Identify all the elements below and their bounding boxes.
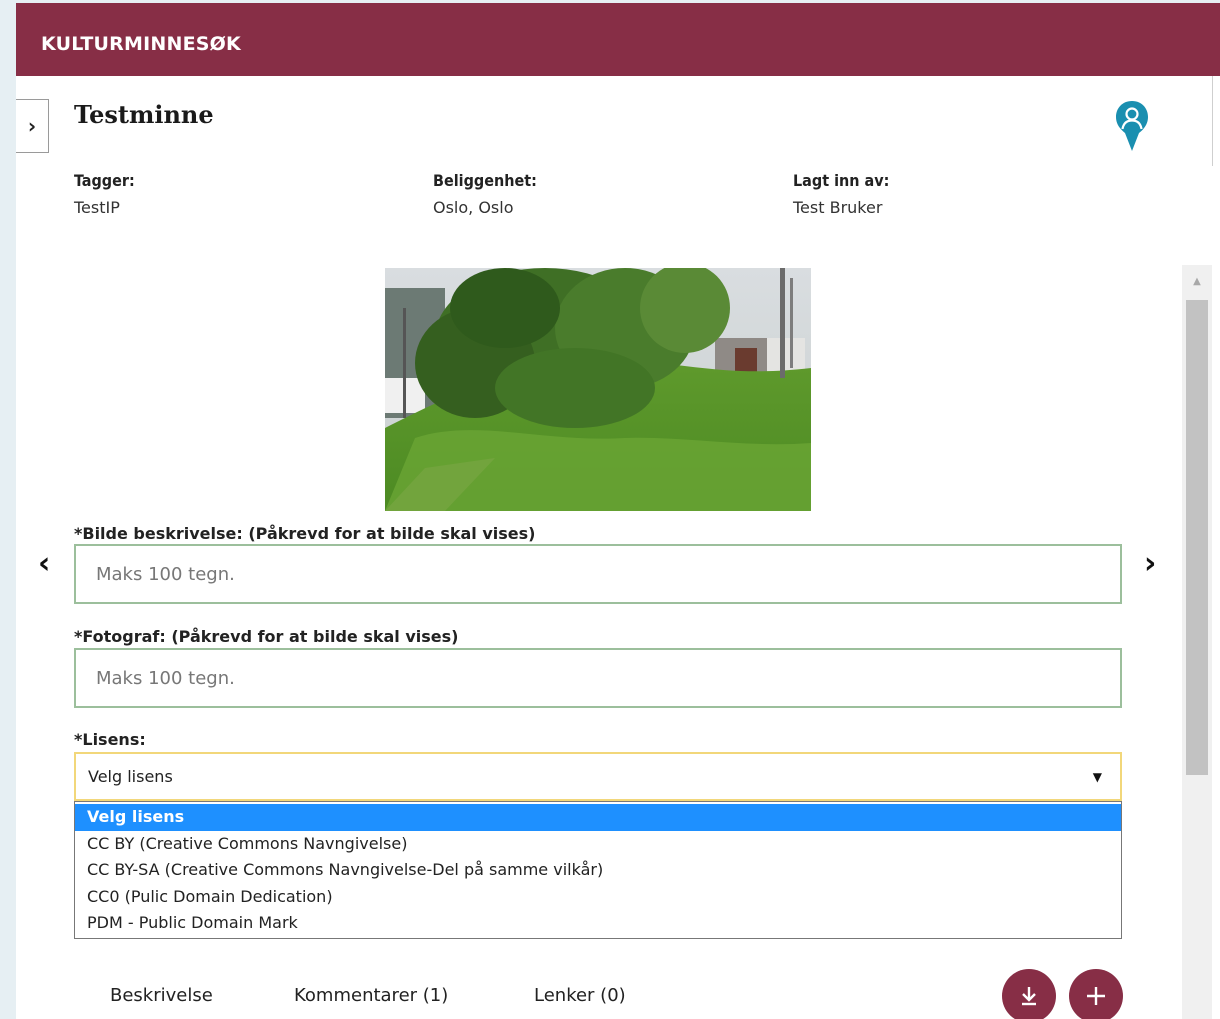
- photographer-label: *Fotograf: (Påkrevd for at bilde skal vi…: [74, 627, 459, 646]
- license-dropdown: Velg lisens CC BY (Creative Commons Navn…: [74, 801, 1122, 939]
- sidebar-toggle-button[interactable]: ›: [16, 99, 49, 153]
- chevron-right-icon: ›: [1144, 546, 1157, 581]
- added-by-label: Lagt inn av:: [793, 171, 890, 190]
- prev-image-button[interactable]: ‹: [38, 549, 50, 579]
- memorial-photo: [385, 268, 811, 511]
- description-label: *Bilde beskrivelse: (Påkrevd for at bild…: [74, 524, 536, 543]
- detail-panel: KULTURMINNESØK › Testminne Tagger: TestI…: [16, 3, 1220, 1019]
- chevron-left-icon: ‹: [38, 546, 51, 581]
- download-button[interactable]: [1002, 969, 1056, 1019]
- meta-location: Beliggenhet: Oslo, Oslo: [433, 171, 537, 217]
- map-pin-icon: [1116, 101, 1148, 151]
- photo-image: [385, 268, 811, 511]
- added-by-value: Test Bruker: [793, 198, 883, 217]
- tab-description[interactable]: Beskrivelse: [110, 985, 213, 1006]
- tags-label: Tagger:: [74, 171, 135, 190]
- divider: [1212, 76, 1213, 166]
- next-image-button[interactable]: ›: [1144, 549, 1156, 579]
- license-selected-value: Velg lisens: [88, 767, 173, 786]
- meta-tags: Tagger: TestIP: [74, 171, 135, 217]
- scroll-up-arrow-icon[interactable]: ▲: [1182, 265, 1212, 297]
- license-option[interactable]: PDM - Public Domain Mark: [75, 910, 1121, 937]
- scrollbar[interactable]: ▲: [1182, 265, 1212, 1019]
- page-title: Testminne: [74, 100, 214, 129]
- location-value: Oslo, Oslo: [433, 198, 514, 217]
- map-pin-button[interactable]: [1114, 99, 1150, 153]
- chevron-right-icon: ›: [27, 114, 37, 138]
- app-title: KULTURMINNESØK: [41, 33, 241, 55]
- tab-links[interactable]: Lenker (0): [534, 985, 626, 1006]
- license-label: *Lisens:: [74, 730, 146, 749]
- tags-value: TestIP: [74, 198, 120, 217]
- license-option[interactable]: CC BY (Creative Commons Navngivelse): [75, 831, 1121, 858]
- download-icon: [1022, 987, 1036, 1006]
- license-option[interactable]: CC0 (Pulic Domain Dedication): [75, 884, 1121, 911]
- license-option[interactable]: Velg lisens: [75, 804, 1121, 831]
- plus-icon: [1087, 987, 1105, 1005]
- photographer-input[interactable]: [74, 648, 1122, 708]
- add-button[interactable]: [1069, 969, 1123, 1019]
- description-input[interactable]: [74, 544, 1122, 604]
- tab-comments[interactable]: Kommentarer (1): [294, 985, 448, 1006]
- scrollbar-thumb[interactable]: [1186, 300, 1208, 775]
- location-label: Beliggenhet:: [433, 171, 537, 190]
- app-header: KULTURMINNESØK: [16, 3, 1220, 76]
- meta-added-by: Lagt inn av: Test Bruker: [793, 171, 889, 217]
- license-select[interactable]: Velg lisens ▼: [74, 752, 1122, 801]
- license-option[interactable]: CC BY-SA (Creative Commons Navngivelse-D…: [75, 857, 1121, 884]
- caret-down-icon: ▼: [1092, 769, 1102, 784]
